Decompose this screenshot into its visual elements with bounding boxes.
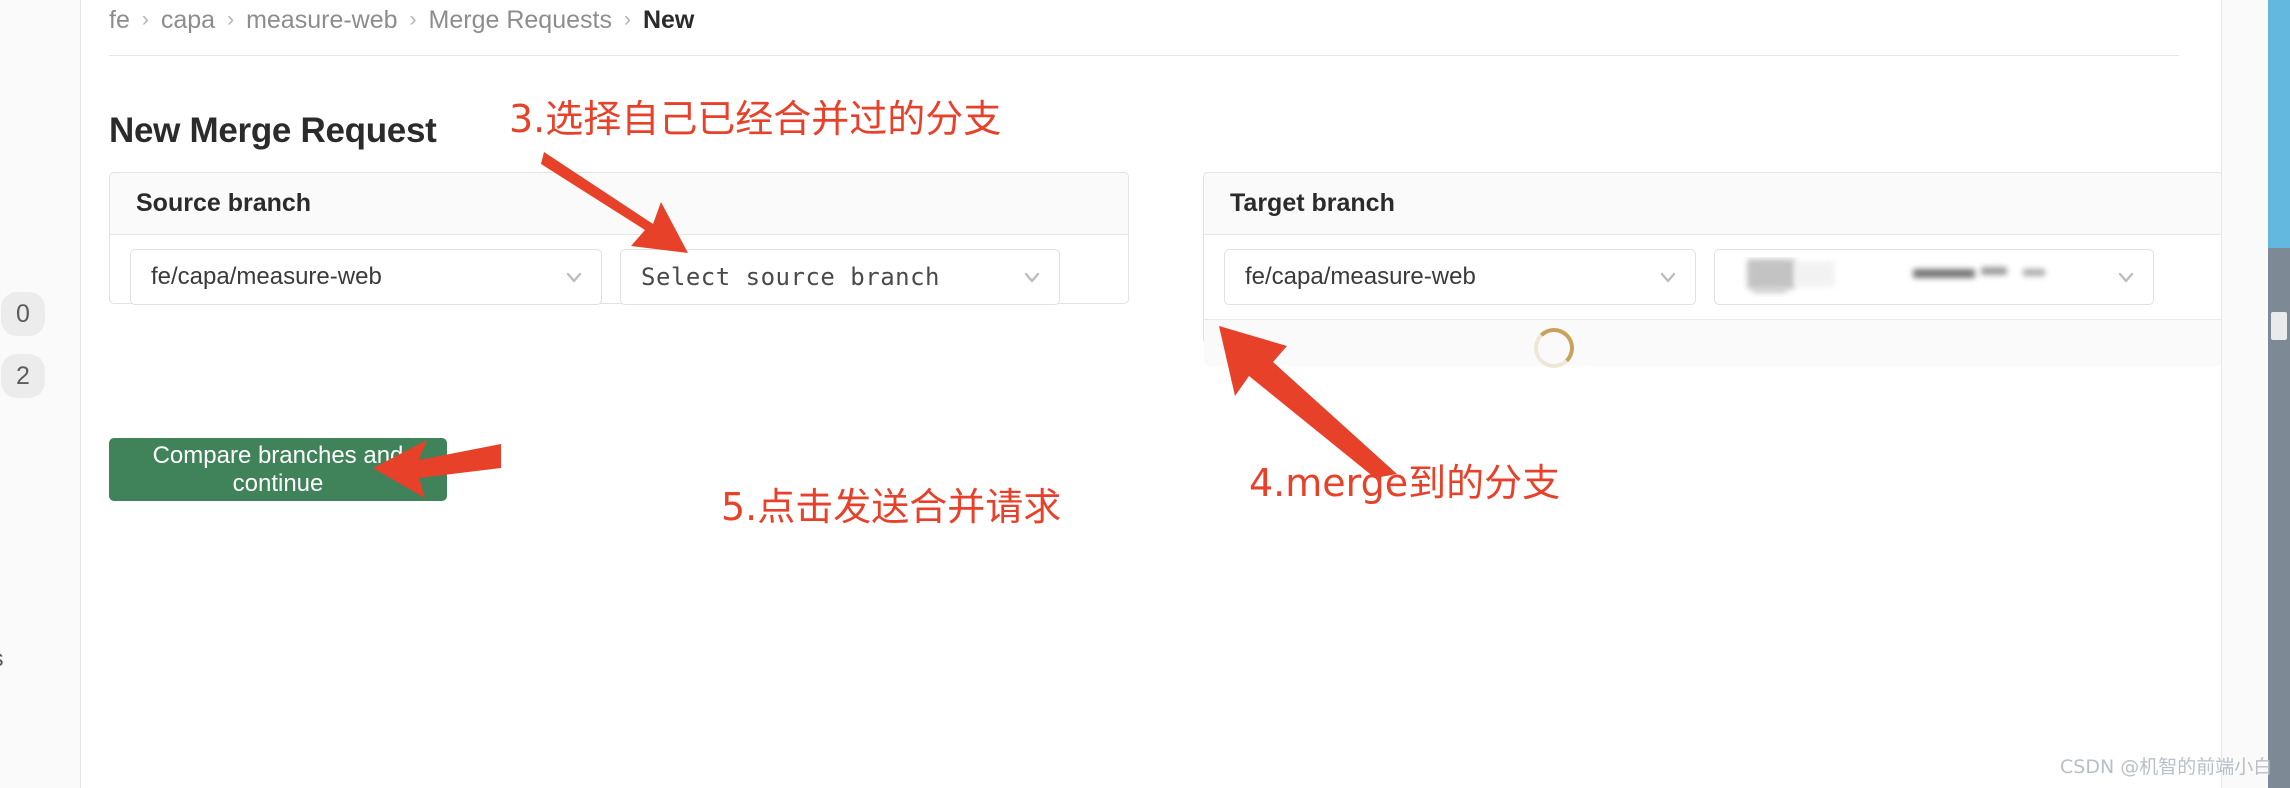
- page-title: New Merge Request: [109, 111, 437, 151]
- chevron-down-icon: [1021, 266, 1043, 288]
- sidebar-badge-count-2[interactable]: 2: [1, 354, 45, 398]
- sidebar-badge-count-0[interactable]: 0: [1, 292, 45, 336]
- annotation-step-5: 5.点击发送合并请求: [721, 485, 1062, 529]
- source-project-dropdown-value: fe/capa/measure-web: [151, 263, 382, 290]
- source-branch-panel-header: Source branch: [110, 173, 1128, 235]
- breadcrumb-item-measure-web[interactable]: measure-web: [246, 6, 397, 35]
- target-branch-redacted-value: [1735, 257, 2105, 297]
- target-project-dropdown-value: fe/capa/measure-web: [1245, 263, 1476, 290]
- target-branch-panel: Target branch fe/capa/measure-web: [1203, 172, 2223, 368]
- annotation-step-4: 4.merge到的分支: [1249, 461, 1561, 505]
- annotation-step-3: 3.选择自己已经合并过的分支: [509, 97, 1002, 141]
- breadcrumb-separator-icon: ›: [227, 8, 235, 31]
- breadcrumb-item-merge-requests[interactable]: Merge Requests: [429, 6, 612, 35]
- breadcrumb-divider: [109, 55, 2179, 56]
- target-branch-panel-footer: [1204, 319, 2222, 368]
- csdn-watermark: CSDN @机智的前端小白: [2060, 756, 2273, 778]
- breadcrumb: fe › capa › measure-web › Merge Requests…: [109, 0, 694, 40]
- breadcrumb-separator-icon: ›: [141, 8, 149, 31]
- source-branch-dropdown-value: Select source branch: [641, 263, 940, 291]
- chevron-down-icon: [563, 266, 585, 288]
- chevron-down-icon: [2115, 266, 2137, 288]
- breadcrumb-item-new: New: [642, 5, 695, 34]
- chevron-down-icon: [1657, 266, 1679, 288]
- breadcrumb-separator-icon: ›: [623, 8, 631, 31]
- target-branch-panel-body: fe/capa/measure-web: [1204, 235, 2222, 319]
- right-window-gap: [2221, 0, 2269, 788]
- sidebar-clipped-label: s: [0, 645, 4, 672]
- breadcrumb-item-capa[interactable]: capa: [161, 6, 215, 35]
- window-scrollbar-thumb[interactable]: [2271, 312, 2287, 340]
- breadcrumb-item-fe[interactable]: fe: [109, 6, 130, 35]
- source-project-dropdown[interactable]: fe/capa/measure-web: [130, 249, 602, 305]
- main-content: fe › capa › measure-web › Merge Requests…: [81, 0, 2223, 788]
- compare-branches-and-continue-button[interactable]: Compare branches and continue: [109, 438, 447, 501]
- right-edge-blue-strip: [2268, 0, 2290, 248]
- target-project-dropdown[interactable]: fe/capa/measure-web: [1224, 249, 1696, 305]
- target-branch-dropdown[interactable]: [1714, 249, 2154, 305]
- source-branch-panel-body: fe/capa/measure-web Select source branch: [110, 235, 1128, 319]
- loading-spinner-icon: [1534, 328, 1574, 368]
- breadcrumb-separator-icon: ›: [409, 8, 417, 31]
- target-branch-panel-header: Target branch: [1204, 173, 2222, 235]
- left-sidebar-rail: 0 2 s: [0, 0, 81, 788]
- source-branch-panel: Source branch fe/capa/measure-web Select…: [109, 172, 1129, 305]
- source-branch-dropdown[interactable]: Select source branch: [620, 249, 1060, 305]
